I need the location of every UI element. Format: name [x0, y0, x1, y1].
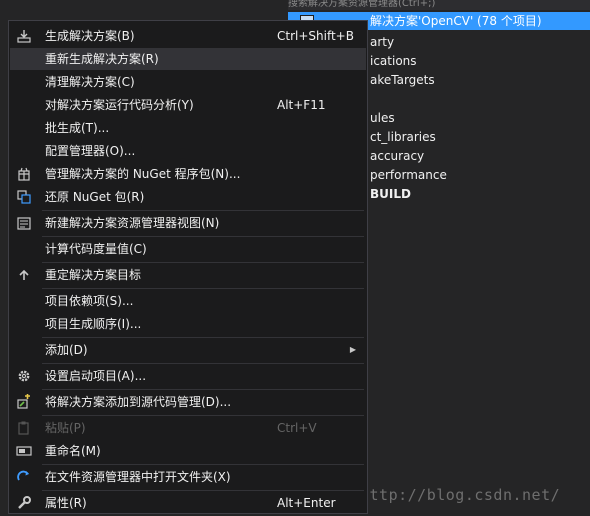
menu-item-restore-nuget[interactable]: 还原 NuGet 包(R) — [10, 186, 366, 208]
rename-icon — [16, 443, 32, 459]
menu-item-shortcut: Ctrl+V — [277, 421, 317, 435]
tree-item[interactable]: ules — [370, 109, 395, 127]
menu-item-label: 管理解决方案的 NuGet 程序包(N)... — [45, 167, 241, 181]
watermark: http://blog.csdn.net/ — [360, 486, 561, 504]
menu-item-add-to-source-control[interactable]: 将解决方案添加到源代码管理(D)... — [10, 391, 366, 413]
menu-item-label: 计算代码度量值(C) — [45, 242, 147, 256]
menu-separator — [42, 363, 364, 364]
menu-item-add[interactable]: 添加(D) ▶ — [10, 339, 366, 361]
menu-item-label: 清理解决方案(C) — [45, 75, 135, 89]
menu-item-label: 重定解决方案目标 — [45, 268, 142, 282]
menu-item-label: 将解决方案添加到源代码管理(D)... — [45, 395, 232, 409]
restore-icon — [16, 189, 32, 205]
menu-item-label: 项目生成顺序(I)... — [45, 317, 142, 331]
menu-item-shortcut: Alt+Enter — [277, 496, 336, 510]
menu-separator — [42, 262, 364, 263]
menu-item-label: 重命名(M) — [45, 444, 101, 458]
menu-item-label: 项目依赖项(S)... — [45, 294, 134, 308]
menu-separator — [42, 288, 364, 289]
menu-item-configuration-manager[interactable]: 配置管理器(O)... — [10, 140, 366, 162]
menu-item-label: 重新生成解决方案(R) — [45, 52, 159, 66]
menu-item-batch-build[interactable]: 批生成(T)... — [10, 117, 366, 139]
menu-item-clean-solution[interactable]: 清理解决方案(C) — [10, 71, 366, 93]
build-icon — [16, 28, 32, 44]
menu-item-set-startup-projects[interactable]: 设置启动项目(A)... — [10, 365, 366, 387]
tree-item[interactable]: arty — [370, 33, 394, 51]
menu-separator — [42, 210, 364, 211]
menu-separator — [42, 490, 364, 491]
tree-item[interactable]: performance — [370, 166, 447, 184]
menu-item-project-dependencies[interactable]: 项目依赖项(S)... — [10, 290, 366, 312]
source-control-icon — [16, 394, 32, 410]
submenu-arrow-icon: ▶ — [349, 345, 356, 354]
menu-item-rename[interactable]: 重命名(M) — [10, 440, 366, 462]
menu-item-label: 对解决方案运行代码分析(Y) — [45, 98, 194, 112]
menu-item-retarget-solution[interactable]: 重定解决方案目标 — [10, 264, 366, 286]
context-menu: 生成解决方案(B) Ctrl+Shift+B 重新生成解决方案(R) 清理解决方… — [8, 20, 368, 514]
menu-separator — [42, 236, 364, 237]
tree-item[interactable]: accuracy — [370, 147, 424, 165]
menu-item-rebuild-solution[interactable]: 重新生成解决方案(R) — [10, 48, 366, 70]
tree-item[interactable]: ications — [370, 52, 417, 70]
menu-separator — [42, 464, 364, 465]
solution-label: 解决方案'OpenCV' (78 个项目) — [370, 14, 542, 28]
menu-item-label: 生成解决方案(B) — [45, 29, 135, 43]
tree-item[interactable]: ct_libraries — [370, 128, 436, 146]
menu-separator — [42, 415, 364, 416]
menu-item-new-explorer-view[interactable]: 新建解决方案资源管理器视图(N) — [10, 212, 366, 234]
tree-item[interactable]: akeTargets — [370, 71, 435, 89]
tree-item[interactable]: BUILD — [370, 185, 411, 203]
refresh-arrow-icon — [16, 469, 32, 485]
paste-icon — [16, 420, 32, 436]
menu-item-run-code-analysis[interactable]: 对解决方案运行代码分析(Y) Alt+F11 — [10, 94, 366, 116]
menu-item-manage-nuget[interactable]: 管理解决方案的 NuGet 程序包(N)... — [10, 163, 366, 185]
menu-item-label: 配置管理器(O)... — [45, 144, 136, 158]
new-view-icon — [16, 215, 32, 231]
menu-item-paste[interactable]: 粘贴(P) Ctrl+V — [10, 417, 366, 439]
menu-item-label: 属性(R) — [45, 496, 87, 510]
menu-item-build-solution[interactable]: 生成解决方案(B) Ctrl+Shift+B — [10, 25, 366, 47]
wrench-icon — [16, 495, 32, 511]
retarget-icon — [16, 267, 32, 283]
menu-item-shortcut: Alt+F11 — [277, 98, 326, 112]
menu-item-label: 添加(D) — [45, 343, 88, 357]
nuget-package-icon — [16, 166, 32, 182]
menu-item-calculate-code-metrics[interactable]: 计算代码度量值(C) — [10, 238, 366, 260]
menu-item-label: 设置启动项目(A)... — [45, 369, 147, 383]
menu-separator — [42, 337, 364, 338]
menu-item-shortcut: Ctrl+Shift+B — [277, 29, 354, 43]
menu-separator — [42, 389, 364, 390]
menu-item-label: 还原 NuGet 包(R) — [45, 190, 145, 204]
menu-item-label: 新建解决方案资源管理器视图(N) — [45, 216, 220, 230]
gear-icon — [16, 368, 32, 384]
menu-item-project-build-order[interactable]: 项目生成顺序(I)... — [10, 313, 366, 335]
menu-item-properties[interactable]: 属性(R) Alt+Enter — [10, 492, 366, 514]
menu-item-label: 批生成(T)... — [45, 121, 110, 135]
menu-item-label: 粘贴(P) — [45, 421, 86, 435]
menu-item-open-folder[interactable]: 在文件资源管理器中打开文件夹(X) — [10, 466, 366, 488]
menu-item-label: 在文件资源管理器中打开文件夹(X) — [45, 470, 231, 484]
explorer-search-box[interactable]: 搜索解决方案资源管理器(Ctrl+;) — [288, 0, 590, 10]
